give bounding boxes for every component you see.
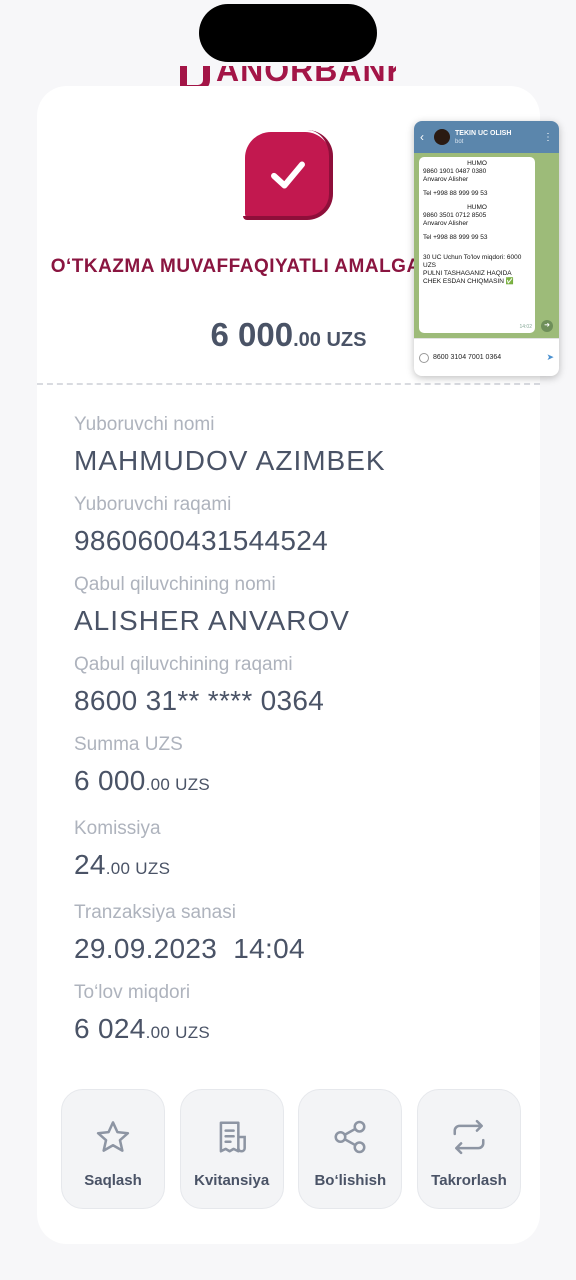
receipt-button-label: Kvitansiya xyxy=(194,1172,270,1189)
message-input-bar[interactable]: 8600 3104 7001 0364 ➤ xyxy=(414,338,559,376)
sum-label: Summa UZS xyxy=(74,734,183,755)
receiver-name-value: ALISHER ANVAROV xyxy=(74,605,350,636)
star-icon xyxy=(96,1121,130,1152)
message-line: 9860 3501 0712 8505 xyxy=(423,212,487,219)
sender-name-row: Yuboruvchi nomi MAHMUDOV AZIMBEK xyxy=(74,414,514,478)
sum-decimal: .00 UZS xyxy=(145,775,211,794)
message-bubble: HUMO 9860 1901 0487 0380 Anvarov Alisher… xyxy=(419,157,535,333)
repeat-button[interactable]: Takrorlash xyxy=(416,1089,521,1209)
message-line: HUMO xyxy=(467,160,487,167)
telegram-overlay[interactable]: ‹ TEKIN UC OLISH bot ⋮ HUMO 9860 1901 04… xyxy=(414,121,559,376)
fee-label: Komissiya xyxy=(74,818,161,839)
checkmark-icon xyxy=(271,161,305,189)
receipt-icon xyxy=(219,1121,246,1153)
message-line: Anvarov Alisher xyxy=(423,220,469,227)
more-options-icon[interactable]: ⋮ xyxy=(543,132,553,143)
message-line: 9860 1901 0487 0380 xyxy=(423,168,487,175)
share-button[interactable]: Bo‘lishish xyxy=(298,1089,403,1209)
chat-avatar xyxy=(434,129,450,145)
receipt-button[interactable]: Kvitansiya xyxy=(179,1089,284,1209)
save-button[interactable]: Saqlash xyxy=(61,1089,165,1209)
success-check-icon xyxy=(243,130,333,220)
amount-integer: 6 000 xyxy=(210,316,294,353)
chat-subtitle: bot xyxy=(455,138,464,145)
message-time: 14:02 xyxy=(519,324,532,330)
date-row: Tranzaksiya sanasi 29.09.2023 14:04 xyxy=(74,902,514,966)
dashed-divider xyxy=(37,383,540,385)
receiver-name-label: Qabul qiluvchining nomi xyxy=(74,574,276,595)
date-label: Tranzaksiya sanasi xyxy=(74,902,236,923)
message-line: Tel +998 88 999 99 53 xyxy=(423,190,488,197)
message-input[interactable]: 8600 3104 7001 0364 xyxy=(433,354,542,361)
share-icon xyxy=(334,1120,366,1154)
total-integer: 6 024 xyxy=(74,1013,146,1044)
back-arrow-icon[interactable]: ‹ xyxy=(420,130,434,144)
total-decimal: .00 UZS xyxy=(145,1023,211,1042)
sender-number-row: Yuboruvchi raqami 9860600431544524 xyxy=(74,494,514,558)
emoji-icon[interactable] xyxy=(419,352,429,363)
sender-name-value: MAHMUDOV AZIMBEK xyxy=(74,445,386,476)
sender-number-value: 9860600431544524 xyxy=(74,525,328,556)
receiver-number-label: Qabul qiluvchining raqami xyxy=(74,654,293,675)
sum-integer: 6 000 xyxy=(74,765,146,796)
total-label: To‘lov miqdori xyxy=(74,982,191,1003)
amount-decimal: .00 UZS xyxy=(293,329,367,351)
fee-integer: 24 xyxy=(74,849,106,880)
total-row: To‘lov miqdori 6 024.00 UZS xyxy=(74,982,514,1050)
camera-notch xyxy=(199,4,377,62)
sender-number-label: Yuboruvchi raqami xyxy=(74,494,232,515)
fee-value: 24.00 UZS xyxy=(74,848,514,886)
sum-row: Summa UZS 6 000.00 UZS xyxy=(74,734,514,802)
fee-row: Komissiya 24.00 UZS xyxy=(74,818,514,886)
date-value: 29.09.2023 14:04 xyxy=(74,933,305,964)
message-line: Anvarov Alisher xyxy=(423,176,469,183)
receiver-number-row: Qabul qiluvchining raqami 8600 31** ****… xyxy=(74,654,514,718)
sender-name-label: Yuboruvchi nomi xyxy=(74,414,215,435)
receiver-number-value: 8600 31** **** 0364 xyxy=(74,685,325,716)
save-button-label: Saqlash xyxy=(84,1172,142,1189)
total-value: 6 024.00 UZS xyxy=(74,1012,514,1050)
action-bar: Saqlash Kvitansiya Bo‘lishish Takrorlash xyxy=(61,1089,521,1209)
chat-header: ‹ TEKIN UC OLISH bot ⋮ xyxy=(414,121,559,153)
message-line: Tel +998 88 999 99 53 xyxy=(423,234,488,241)
repeat-button-label: Takrorlash xyxy=(431,1172,507,1189)
fee-decimal: .00 UZS xyxy=(105,859,171,878)
forward-icon[interactable]: ➜ xyxy=(541,320,553,332)
repeat-icon xyxy=(453,1119,485,1155)
chat-titles: TEKIN UC OLISH bot xyxy=(455,129,543,146)
message-line: PULNI TASHAGANIZ HAQIDA CHEK ESDAN CHIQM… xyxy=(423,270,514,285)
chat-body: HUMO 9860 1901 0487 0380 Anvarov Alisher… xyxy=(414,153,559,338)
send-icon[interactable]: ➤ xyxy=(546,352,554,363)
sum-value: 6 000.00 UZS xyxy=(74,764,514,802)
message-line: 30 UC Uchun To'lov miqdori: 6000 UZS xyxy=(423,254,522,269)
chat-name: TEKIN UC OLISH xyxy=(455,129,512,137)
message-line: HUMO xyxy=(467,204,487,211)
details-list: Yuboruvchi nomi MAHMUDOV AZIMBEK Yuboruv… xyxy=(74,414,514,1066)
share-button-label: Bo‘lishish xyxy=(314,1172,387,1189)
receiver-name-row: Qabul qiluvchining nomi ALISHER ANVAROV xyxy=(74,574,514,638)
